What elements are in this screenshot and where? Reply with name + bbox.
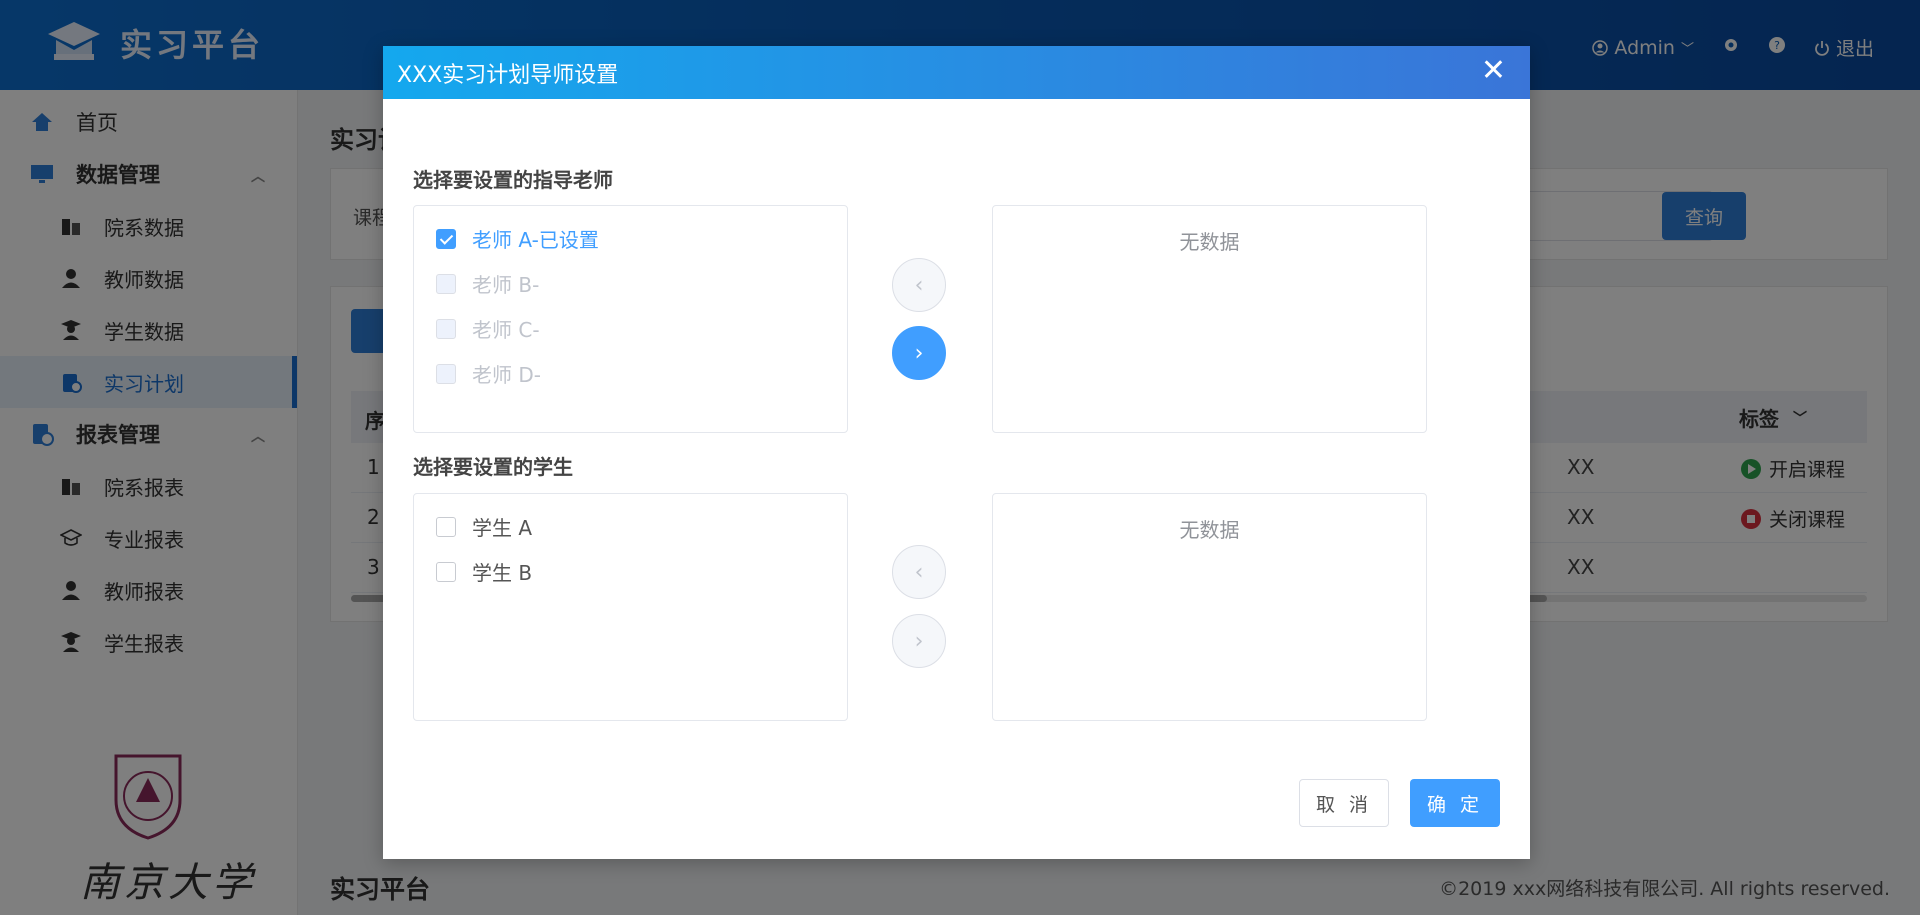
option-label: 老师 D- <box>472 363 541 387</box>
dialog-title: XXX实习计划导师设置 <box>397 62 619 88</box>
chevron-left-icon: ‹ <box>914 272 924 298</box>
teacher-section-title: 选择要设置的指导老师 <box>413 168 613 192</box>
chevron-right-icon: › <box>914 340 924 366</box>
teacher-option: 老师 B- <box>436 269 539 298</box>
move-left-button[interactable]: ‹ <box>892 545 946 599</box>
teacher-option: 老师 D- <box>436 359 541 388</box>
option-label: 学生 B <box>472 561 533 585</box>
move-right-button[interactable]: › <box>892 614 946 668</box>
move-left-button[interactable]: ‹ <box>892 258 946 312</box>
chevron-right-icon: › <box>914 628 924 654</box>
checkbox[interactable] <box>436 228 456 249</box>
checkbox <box>436 318 456 339</box>
teacher-option: 老师 C- <box>436 314 540 343</box>
teacher-target-list: 无数据 <box>992 205 1427 433</box>
checkbox <box>436 273 456 294</box>
option-label: 老师 A-已设置 <box>472 228 599 252</box>
student-section-title: 选择要设置的学生 <box>413 455 573 479</box>
cancel-button[interactable]: 取 消 <box>1299 779 1389 827</box>
teacher-source-list: 老师 A-已设置 老师 B- 老师 C- 老师 D- <box>413 205 848 433</box>
confirm-button[interactable]: 确 定 <box>1410 779 1500 827</box>
option-label: 学生 A <box>472 516 533 540</box>
checkbox[interactable] <box>436 516 456 537</box>
empty-text: 无数据 <box>1179 230 1240 254</box>
checkbox <box>436 363 456 384</box>
student-source-list: 学生 A 学生 B <box>413 493 848 721</box>
chevron-left-icon: ‹ <box>914 559 924 585</box>
student-option[interactable]: 学生 A <box>436 512 532 541</box>
checkbox[interactable] <box>436 561 456 582</box>
dialog-header: XXX实习计划导师设置 ✕ <box>383 46 1530 99</box>
option-label: 老师 B- <box>472 273 540 297</box>
option-label: 老师 C- <box>472 318 540 342</box>
empty-text: 无数据 <box>1179 518 1240 542</box>
move-right-button[interactable]: › <box>892 326 946 380</box>
close-icon[interactable]: ✕ <box>1481 56 1506 86</box>
student-target-list: 无数据 <box>992 493 1427 721</box>
student-option[interactable]: 学生 B <box>436 557 532 586</box>
mentor-settings-dialog: XXX实习计划导师设置 ✕ 选择要设置的指导老师 老师 A-已设置 老师 B- … <box>383 46 1530 859</box>
teacher-option[interactable]: 老师 A-已设置 <box>436 224 599 253</box>
